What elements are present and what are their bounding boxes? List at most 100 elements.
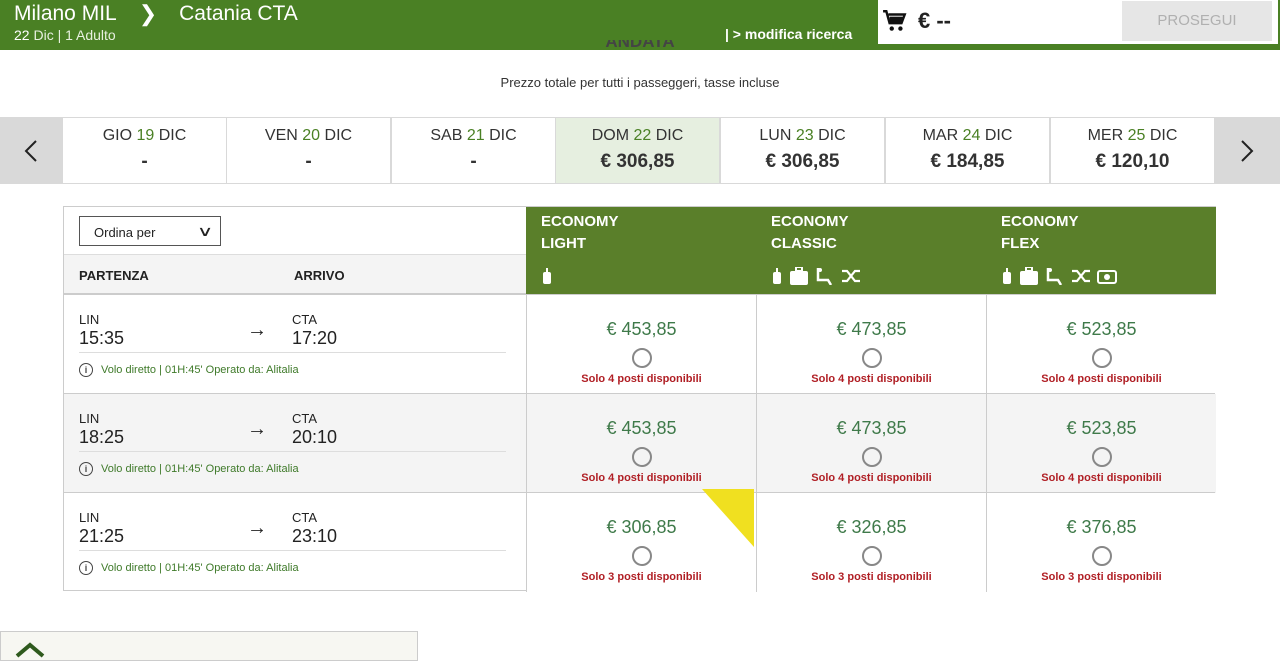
departure-airport: LIN [79, 510, 100, 525]
info-icon: i [79, 561, 93, 575]
flight-info-link[interactable]: i Volo diretto | 01H:45' Operato da: Alit… [79, 561, 299, 575]
origin-label: Milano MIL [14, 2, 117, 25]
fare-price: € 473,85 [836, 418, 907, 438]
day-of-week: SAB [430, 127, 463, 144]
fare-header-economy-light: ECONOMY LIGHT [526, 207, 756, 294]
fare-option-classic[interactable]: € 473,85 Solo 4 posti disponibili [756, 394, 986, 493]
date-label: MAR 24 DIC [886, 127, 1049, 145]
arrival-airport: CTA [292, 312, 318, 327]
fare-option-light[interactable]: € 453,85 Solo 4 posti disponibili [526, 394, 756, 493]
home-icon [15, 642, 45, 658]
prosegui-button[interactable]: PROSEGUI [1122, 1, 1272, 41]
month: DIC [984, 127, 1013, 144]
chevron-right-icon: ❯ [138, 1, 158, 26]
date-tab-1[interactable]: VEN 20 DIC - [227, 118, 390, 183]
fare-header-economy-flex: ECONOMY FLEX [986, 207, 1216, 294]
day-of-week: DOM [591, 127, 630, 144]
fare-option-light[interactable]: € 453,85 Solo 4 posti disponibili [526, 295, 756, 394]
fare-option-classic[interactable]: € 326,85 Solo 3 posti disponibili [756, 493, 986, 592]
date-price: € 184,85 [930, 151, 1005, 172]
date-tab-2[interactable]: SAB 21 DIC - [392, 118, 555, 183]
flight-info-text: Volo diretto | 01H:45' Operato da: Alita… [101, 562, 299, 574]
fare-name-line2: FLEX [1001, 235, 1040, 252]
info-icon: i [79, 462, 93, 476]
info-icon: i [79, 363, 93, 377]
seats-available: Solo 3 posti disponibili [811, 571, 932, 583]
flight-info-link[interactable]: i Volo diretto | 01H:45' Operato da: Alit… [79, 363, 299, 377]
departure-time: 21:25 [79, 526, 125, 546]
day-number: 19 [136, 127, 155, 144]
divider [79, 451, 506, 452]
arrow-right-icon: → [247, 319, 267, 341]
flight-row-3: LIN 21:25 → CTA 23:10 i Volo diretto | 01… [64, 492, 1216, 592]
day-number: 22 [633, 127, 652, 144]
day-of-week: MER [1087, 127, 1124, 144]
fare-radio[interactable] [1091, 348, 1112, 368]
date-label: DOM 22 DIC [556, 127, 719, 145]
fare-option-flex[interactable]: € 523,85 Solo 4 posti disponibili [986, 295, 1216, 394]
fare-radio[interactable] [631, 546, 652, 566]
fare-radio[interactable] [631, 447, 652, 467]
day-number: 25 [1127, 127, 1146, 144]
fare-radio[interactable] [1091, 447, 1112, 467]
prev-dates-button[interactable] [0, 117, 62, 184]
flight-info-text: Volo diretto | 01H:45' Operato da: Alita… [101, 364, 299, 376]
fare-option-flex[interactable]: € 523,85 Solo 4 posti disponibili [986, 394, 1216, 493]
date-tab-5[interactable]: MAR 24 DIC € 184,85 [886, 118, 1049, 183]
date-price: € 306,85 [765, 151, 840, 172]
flight-info-link[interactable]: i Volo diretto | 01H:45' Operato da: Alit… [79, 462, 299, 476]
date-tab-6[interactable]: MER 25 DIC € 120,10 [1051, 118, 1214, 183]
flights-table: Ordina per ∨ PARTENZA ARRIVO ECONOMY LIGH… [63, 206, 1216, 592]
fare-radio[interactable] [1091, 546, 1112, 566]
date-price: € 120,10 [1095, 151, 1170, 172]
seats-available: Solo 4 posti disponibili [581, 472, 702, 484]
cart-icon [883, 10, 907, 31]
seats-available: Solo 4 posti disponibili [1041, 472, 1162, 484]
month: DIC [324, 127, 353, 144]
date-tab-3-selected[interactable]: DOM 22 DIC € 306,85 [556, 118, 719, 183]
bottom-panel [0, 631, 418, 661]
next-dates-button[interactable] [1216, 117, 1278, 184]
hand-luggage-icon [1003, 268, 1011, 284]
fare-price: € 523,85 [1066, 319, 1137, 339]
date-label: SAB 21 DIC [392, 127, 555, 145]
sort-dropdown[interactable]: Ordina per ∨ [79, 216, 221, 246]
date-label: LUN 23 DIC [721, 127, 884, 145]
seats-available: Solo 3 posti disponibili [581, 571, 702, 583]
date-label: VEN 20 DIC [227, 127, 390, 145]
fare-name-line1: ECONOMY [771, 213, 849, 230]
divider [79, 352, 506, 353]
route-title: Milano MIL ❯ Catania CTA [14, 1, 298, 27]
departure-airport: LIN [79, 312, 100, 327]
fare-radio[interactable] [861, 348, 882, 368]
fare-name: ECONOMY LIGHT [541, 211, 619, 255]
checked-baggage-icon [1020, 267, 1038, 285]
date-price: - [141, 151, 148, 172]
hand-luggage-icon [773, 268, 781, 284]
day-of-week: GIO [102, 127, 133, 144]
date-price: - [470, 151, 477, 172]
departure-time: 18:25 [79, 427, 125, 447]
sort-label: Ordina per [94, 225, 156, 240]
change-flight-icon [842, 269, 860, 283]
date-tab-4[interactable]: LUN 23 DIC € 306,85 [721, 118, 884, 183]
seats-available: Solo 3 posti disponibili [1041, 571, 1162, 583]
cart-total: € -- [918, 8, 951, 33]
seats-available: Solo 4 posti disponibili [811, 373, 932, 385]
fare-radio[interactable] [861, 447, 882, 467]
fare-icons [1001, 267, 1117, 285]
fare-option-classic[interactable]: € 473,85 Solo 4 posti disponibili [756, 295, 986, 394]
date-tab-0[interactable]: GIO 19 DIC - [63, 118, 226, 183]
section-title: ANDATA [605, 40, 675, 51]
fare-price: € 376,85 [1066, 517, 1137, 537]
arrival-time: 23:10 [292, 526, 338, 546]
fare-radio[interactable] [861, 546, 882, 566]
arrow-right-icon: → [247, 418, 267, 440]
fare-option-flex[interactable]: € 376,85 Solo 3 posti disponibili [986, 493, 1216, 592]
fare-name-line2: CLASSIC [771, 235, 837, 252]
fare-icons [541, 267, 553, 285]
date-price: € 306,85 [600, 151, 675, 172]
fare-radio[interactable] [631, 348, 652, 368]
fare-price: € 453,85 [606, 418, 677, 438]
seat-icon [1046, 268, 1063, 285]
